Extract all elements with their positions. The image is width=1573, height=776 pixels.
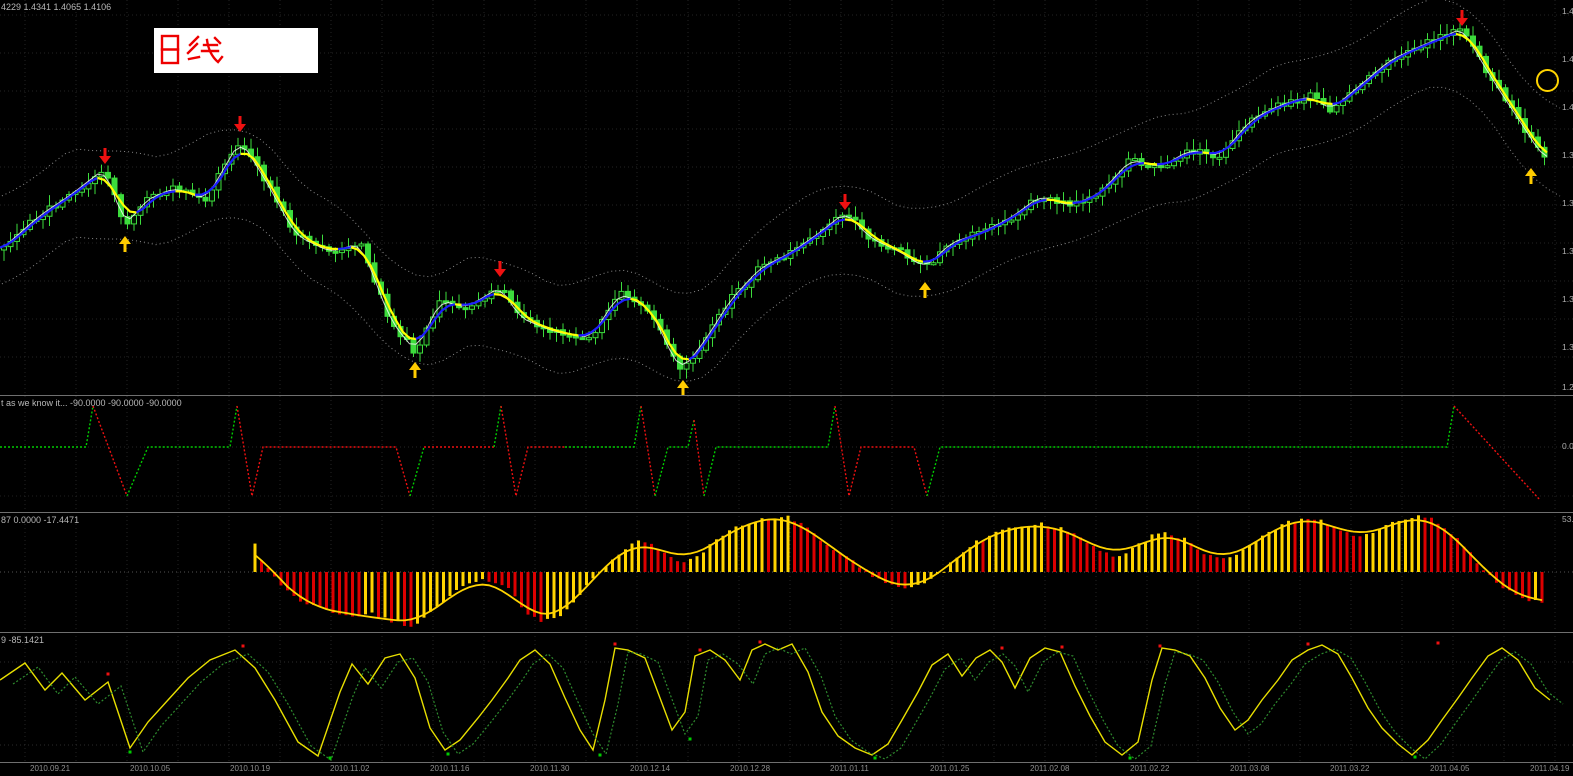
period-label-glyphs [154,28,318,73]
stoch-dot-green [1129,757,1132,760]
semaphore-segment [927,406,1454,496]
semaphore-segment [237,406,410,496]
time-axis-label: 2011.02.22 [1130,764,1169,773]
stoch-dot-red [759,641,762,644]
time-axis-label: 2011.02.08 [1030,764,1069,773]
time-axis-label: 2010.12.28 [730,764,770,773]
time-axis-label: 2010.12.14 [630,764,670,773]
semaphore-segment [127,406,237,496]
semaphore-segment [694,420,704,496]
stochastic-pane [0,641,1563,761]
buy-arrow-icon [409,362,421,378]
sell-arrow-icon [234,116,246,132]
semaphore-segment [835,406,927,496]
trend-line-segment [1209,99,1307,153]
time-axis-label: 2010.10.19 [230,764,270,773]
histogram-signal-line [255,519,1542,620]
trend-line-segment [1144,163,1157,164]
time-axis[interactable]: 2010.09.21 2010.10.05 2010.10.19 2010.11.02… [0,763,1573,776]
sell-arrow-icon [1456,10,1468,26]
right-axis-label: 1.2990 [1562,382,1573,392]
right-axis-label: 1.4315 [1562,54,1573,64]
stoch-dot-red [107,673,110,676]
stoch-dot-green [447,753,450,756]
semaphore-pane-info: t as we know it... -90.0000 -90.0000 -90… [1,398,182,408]
grid-layer [0,0,1573,762]
stoch-dot-red [1437,642,1440,645]
stoch-dot-red [1061,646,1064,649]
stoch-dot-red [699,649,702,652]
stoch-dot-red [242,645,245,648]
price-pane-info: 4229 1.4341 1.4065 1.4106 [1,2,111,12]
stoch-main-line [0,644,1550,756]
trend-line-segment [1203,152,1210,153]
semaphore-segment [1454,406,1540,500]
semaphore-segment [565,406,641,447]
semaphore-segment [641,406,655,496]
right-axis-label: 0.0 [1562,441,1573,451]
glyph-xian-icon [188,37,222,62]
stoch-dot-green [874,757,877,760]
white-ma-line [0,31,1547,364]
stoch-dot-green [1414,756,1417,759]
buy-arrow-icon [1525,168,1537,184]
time-axis-label: 2010.11.30 [530,764,569,773]
trend-line-segment [351,247,416,339]
stoch-dot-green [129,751,132,754]
semaphore-pane [0,406,1540,500]
buy-arrow-icon [919,282,931,298]
stoch-dot-red [1159,645,1162,648]
semaphore-segment [410,447,424,496]
right-axis-label: 1.3925 [1562,150,1573,160]
glyph-ri-icon [162,36,178,63]
time-axis-label: 2010.10.05 [130,764,170,773]
stochastic-pane-info: 9 -85.1421 [1,635,44,645]
right-axis-label: 1.3340 [1562,294,1573,304]
stoch-dot-green [329,757,332,760]
right-axis-label: 53. [1562,514,1573,524]
buy-arrow-icon [119,236,131,252]
right-axis-label: 1.4510 [1562,6,1573,16]
semaphore-segment [501,406,565,496]
stoch-dot-red [614,643,617,646]
candles-layer [2,23,1548,379]
right-axis-label: 1.4120 [1562,102,1573,112]
stoch-signal-line [13,648,1563,760]
time-axis-label: 2010.11.16 [430,764,469,773]
semaphore-segment [494,406,501,447]
highlight-circle[interactable] [1536,69,1559,92]
semaphore-segment [704,406,835,496]
time-axis-label: 2011.03.22 [1330,764,1369,773]
stoch-dot-red [1001,647,1004,650]
buy-arrow-icon [677,380,689,396]
histogram-pane-info: 87 0.0000 -17.4471 [1,515,79,525]
right-axis-label: 1.3730 [1562,198,1573,208]
semaphore-segment [0,406,93,447]
period-label-box[interactable] [154,28,318,73]
sell-arrow-icon [494,261,506,277]
time-axis-label: 2011.04.05 [1430,764,1469,773]
stoch-dot-green [599,754,602,757]
right-axis-label: 1.3535 [1562,246,1573,256]
histogram-bars [254,515,1544,626]
bollinger-lower [0,87,1560,381]
time-axis-label: 2011.04.19 [1530,764,1569,773]
right-axis-label: 1.3145 [1562,342,1573,352]
chart-window: 4229 1.4341 1.4065 1.4106 t as we know i… [0,0,1573,776]
time-axis-label: 2010.11.02 [330,764,369,773]
time-axis-label: 2011.01.25 [930,764,969,773]
time-axis-label: 2011.03.08 [1230,764,1269,773]
chart-canvas[interactable] [0,0,1573,776]
semaphore-segment [93,406,127,496]
stoch-dot-red [1307,643,1310,646]
histogram-pane [254,515,1544,626]
time-axis-label: 2010.09.21 [30,764,70,773]
time-axis-label: 2011.01.11 [830,764,869,773]
stoch-dot-green [689,738,692,741]
trend-line-segment [241,154,339,249]
